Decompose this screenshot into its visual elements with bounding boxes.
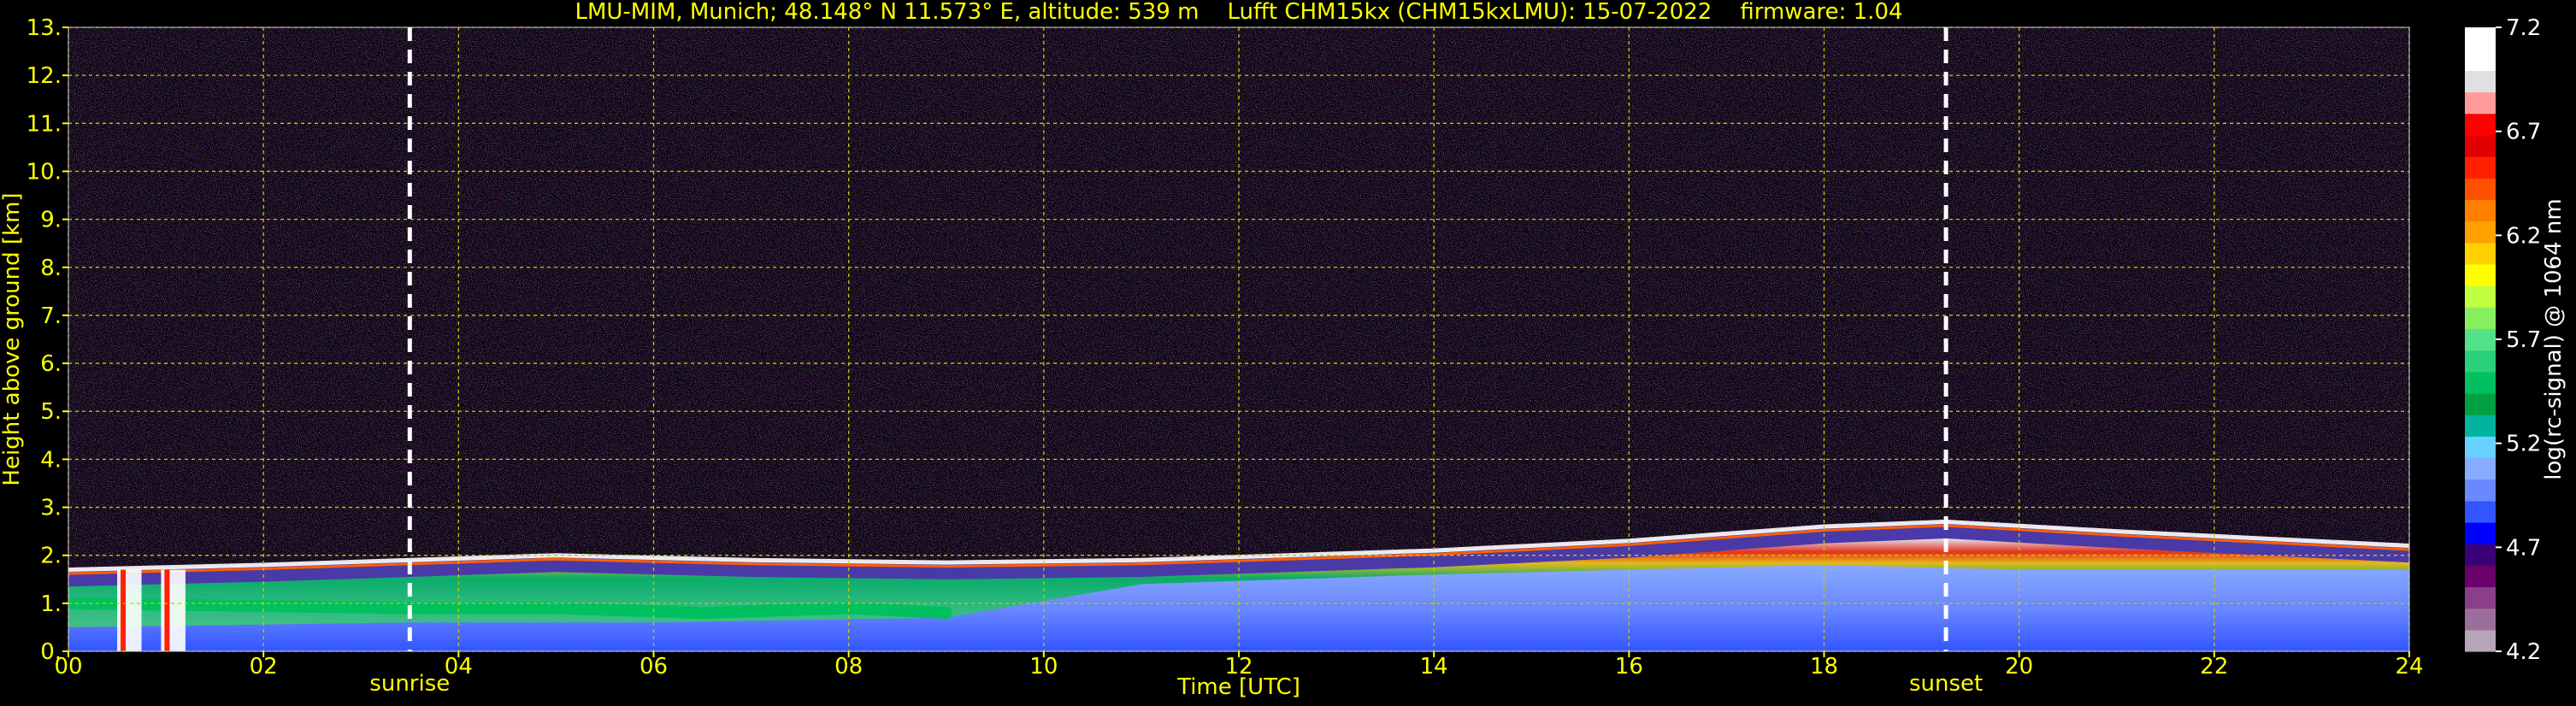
x-tick-label: 02 — [250, 654, 278, 680]
chart-title: LMU-MIM, Munich; 48.148° N 11.573° E, al… — [575, 0, 1902, 25]
colorbar-tick-label: 4.7 — [2506, 535, 2541, 561]
colorbar-segment — [2465, 70, 2496, 93]
colorbar-segment — [2465, 629, 2496, 652]
colorbar: 4.2 4.7 5.2 5.7 6.2 6.7 7.2 — [2465, 15, 2541, 665]
colorbar-segment — [2465, 134, 2496, 157]
colorbar-segment — [2465, 113, 2496, 136]
ceilometer-chart: LMU-MIM, Munich; 48.148° N 11.573° E, al… — [0, 0, 2567, 700]
x-tick-label: 10 — [1029, 654, 1058, 680]
y-tick-label: 10. — [27, 159, 62, 185]
y-tick-label: 0. — [40, 639, 62, 665]
colorbar-segment — [2465, 328, 2496, 351]
colorbar-segment — [2465, 565, 2496, 588]
colorbar-tick-label: 5.7 — [2506, 327, 2541, 353]
colorbar-segment — [2465, 49, 2496, 71]
colorbar-segment — [2465, 199, 2496, 222]
y-tick-label: 3. — [40, 496, 62, 521]
y-tick-label: 4. — [40, 447, 62, 473]
colorbar-segment — [2465, 350, 2496, 373]
colorbar-segment — [2465, 242, 2496, 265]
colorbar-segment — [2465, 521, 2496, 544]
y-tick-label: 8. — [40, 256, 62, 281]
colorbar-segment — [2465, 221, 2496, 244]
x-tick-label: 04 — [445, 654, 473, 680]
y-tick-label: 9. — [40, 208, 62, 233]
x-tick-label: 14 — [1420, 654, 1448, 680]
x-axis-label: Time [UTC] — [1176, 674, 1300, 700]
x-tick-label: 18 — [1810, 654, 1838, 680]
y-tick-label: 6. — [40, 351, 62, 377]
y-tick-label: 11. — [27, 111, 62, 137]
y-axis-ticks: 0. 1. 2. 3. 4. 5. 6. 7. 8. 9. 10. 11. 12. 13. — [27, 15, 68, 665]
colorbar-segment — [2465, 178, 2496, 200]
colorbar-segment — [2465, 500, 2496, 523]
colorbar-tick-label: 6.7 — [2506, 120, 2541, 145]
colorbar-segment — [2465, 91, 2496, 115]
colorbar-tick-label: 6.2 — [2506, 223, 2541, 249]
colorbar-tick-label: 7.2 — [2506, 15, 2541, 41]
colorbar-segment — [2465, 156, 2496, 179]
colorbar-segment — [2465, 457, 2496, 480]
x-tick-label: 24 — [2395, 654, 2423, 680]
low-cloud-edge — [121, 569, 127, 651]
colorbar-segment — [2465, 415, 2496, 437]
y-tick-label: 7. — [40, 303, 62, 329]
colorbar-segment — [2465, 27, 2496, 50]
x-tick-label: 16 — [1615, 654, 1643, 680]
colorbar-label: log(rc-signal) @ 1064 nm — [2541, 198, 2567, 479]
y-tick-label: 2. — [40, 544, 62, 569]
colorbar-segment — [2465, 544, 2496, 566]
x-tick-label: 06 — [640, 654, 668, 680]
colorbar-segment — [2465, 436, 2496, 459]
colorbar-segment — [2465, 371, 2496, 394]
marker-label-sunset: sunset — [1909, 671, 1983, 697]
x-tick-label: 08 — [834, 654, 863, 680]
y-tick-label: 1. — [40, 591, 62, 617]
y-tick-label: 13. — [27, 15, 62, 41]
y-tick-label: 12. — [27, 63, 62, 89]
colorbar-segment — [2465, 285, 2496, 308]
colorbar-segment — [2465, 307, 2496, 330]
marker-label-sunrise: sunrise — [369, 671, 450, 697]
colorbar-segment — [2465, 608, 2496, 631]
x-tick-label: 20 — [2005, 654, 2033, 680]
colorbar-segment — [2465, 479, 2496, 502]
y-tick-label: 5. — [40, 399, 62, 425]
colorbar-tick-label: 4.2 — [2506, 639, 2541, 665]
colorbar-tick-label: 5.2 — [2506, 432, 2541, 457]
x-tick-label: 22 — [2200, 654, 2228, 680]
low-cloud-edge — [164, 569, 170, 651]
colorbar-segment — [2465, 392, 2496, 415]
y-axis-label: Height above ground [km] — [0, 192, 25, 485]
colorbar-segment — [2465, 586, 2496, 609]
colorbar-segment — [2465, 263, 2496, 286]
